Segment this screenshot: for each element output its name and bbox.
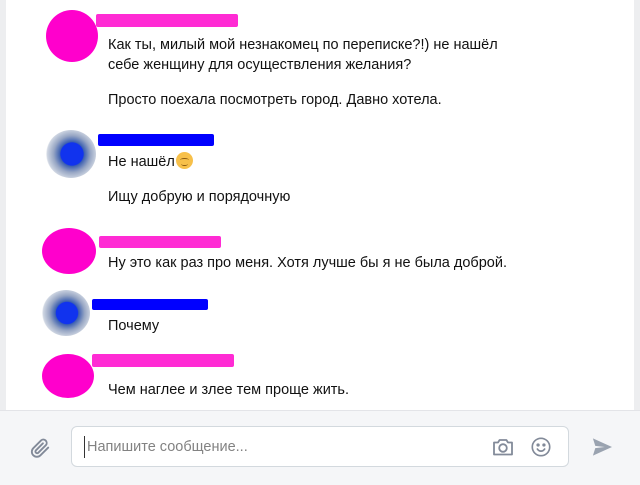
paperclip-icon[interactable]	[26, 434, 54, 462]
message-text: Как ты, милый мой незнакомец по переписк…	[108, 37, 498, 53]
avatar[interactable]	[42, 228, 96, 274]
chat-history: Как ты, милый мой незнакомец по переписк…	[0, 0, 640, 410]
camera-icon[interactable]	[490, 435, 516, 459]
message-text: Ну это как раз про меня. Хотя лучше бы я…	[108, 255, 507, 271]
message-input[interactable]	[84, 436, 474, 458]
message-text: Чем наглее и злее тем проще жить.	[108, 382, 350, 398]
relieved-face-emoji-icon	[175, 152, 193, 169]
avatar[interactable]	[46, 130, 96, 178]
message-text: Почему	[108, 318, 160, 334]
sender-name[interactable]	[96, 14, 238, 27]
avatar[interactable]	[42, 290, 90, 336]
message-text: Не нашёл	[108, 152, 193, 172]
sender-name[interactable]	[92, 299, 208, 310]
message-text: Просто поехала посмотреть город. Давно х…	[108, 92, 442, 108]
message-text: Ищу добрую и порядочную	[108, 189, 291, 205]
sender-name[interactable]	[92, 354, 234, 367]
avatar[interactable]	[42, 354, 94, 398]
message-input-box[interactable]	[71, 426, 569, 467]
message-text-content: Не нашёл	[108, 154, 175, 170]
smile-icon[interactable]	[528, 435, 554, 459]
send-icon[interactable]	[589, 434, 615, 460]
message-text: себе женщину для осуществления желания?	[108, 57, 412, 73]
avatar[interactable]	[46, 10, 98, 62]
sender-name[interactable]	[98, 134, 214, 146]
sender-name[interactable]	[99, 236, 221, 248]
